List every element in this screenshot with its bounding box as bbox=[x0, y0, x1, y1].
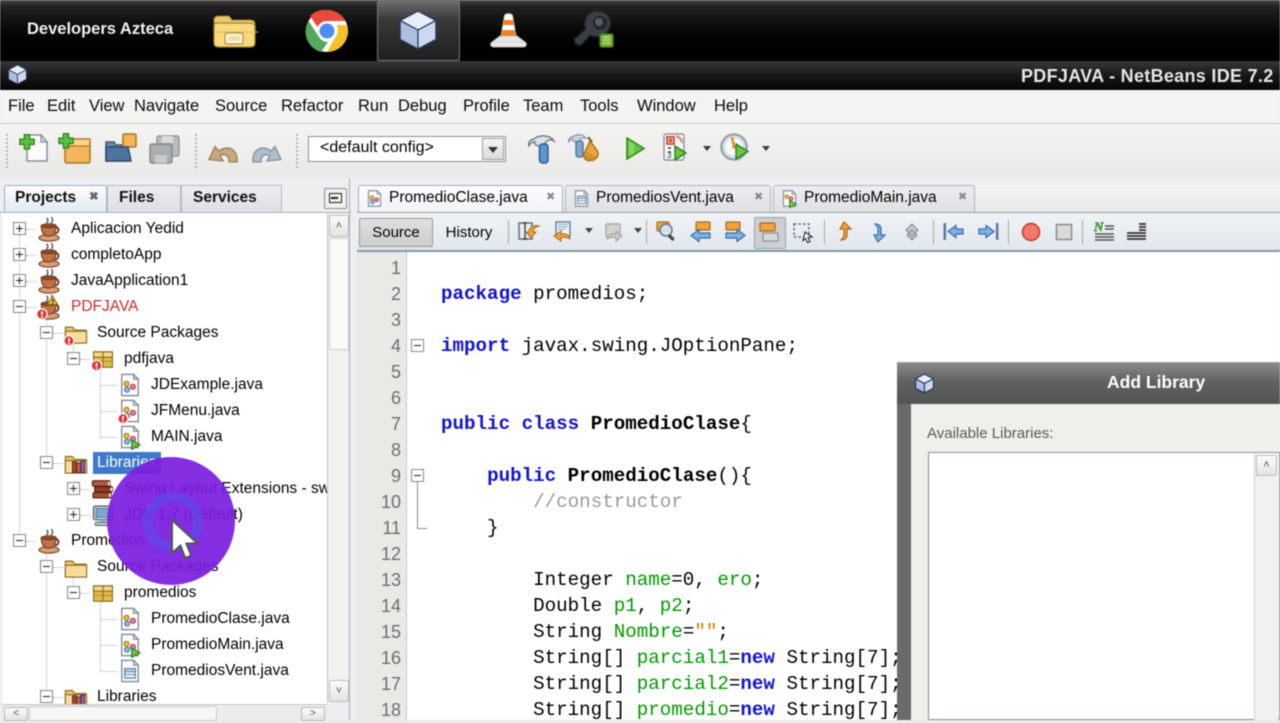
svg-text:3: 3 bbox=[667, 151, 672, 160]
svg-text:N: N bbox=[1093, 220, 1104, 234]
